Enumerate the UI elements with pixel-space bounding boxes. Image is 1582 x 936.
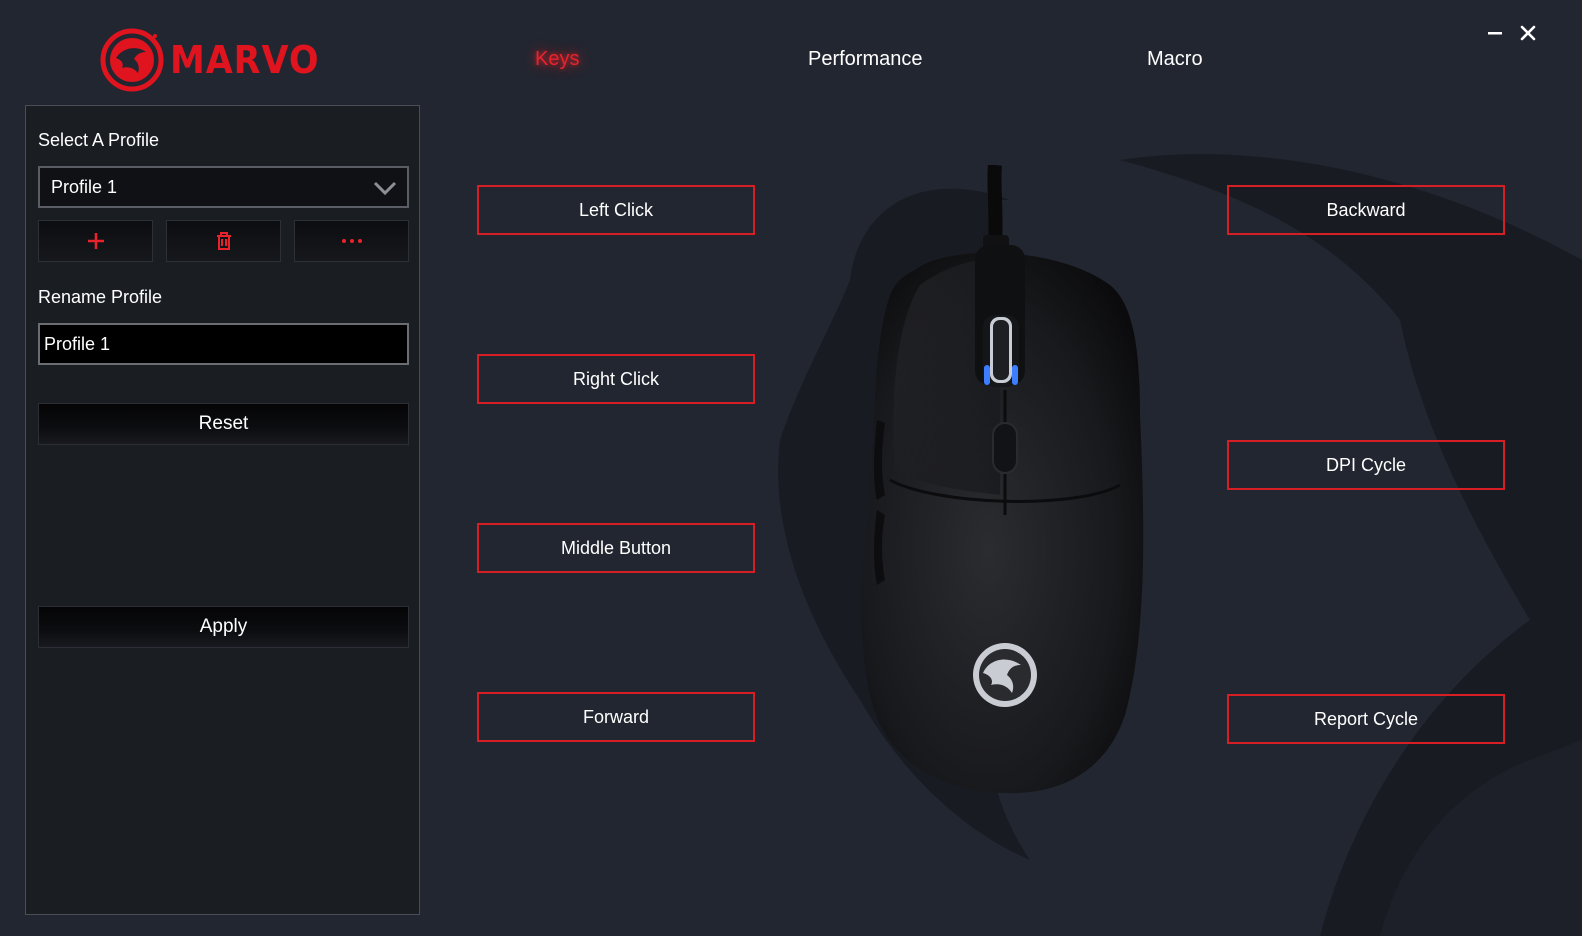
mouse-image <box>861 165 1144 794</box>
select-profile-label: Select A Profile <box>38 130 160 150</box>
rename-profile-input[interactable]: Profile 1 <box>38 323 409 365</box>
rename-profile-label: Rename Profile <box>38 287 163 307</box>
dpi-cycle-button[interactable]: DPI Cycle <box>1227 440 1505 490</box>
more-options-button[interactable] <box>294 220 409 262</box>
reset-button[interactable]: Reset <box>38 403 409 445</box>
trash-icon <box>216 232 231 250</box>
minimize-icon <box>1488 32 1502 35</box>
add-profile-button[interactable] <box>38 220 153 262</box>
tab-keys[interactable]: Keys <box>535 48 579 71</box>
middle-button-button[interactable]: Middle Button <box>477 523 755 573</box>
close-icon <box>1520 25 1536 41</box>
plus-icon <box>87 233 104 249</box>
left-click-button[interactable]: Left Click <box>477 185 755 235</box>
profile-dropdown-value: Profile 1 <box>51 176 118 197</box>
profile-dropdown[interactable]: Profile 1 <box>38 166 409 208</box>
backward-button[interactable]: Backward <box>1227 185 1505 235</box>
chevron-down-icon <box>373 181 397 196</box>
close-button[interactable] <box>1517 22 1539 44</box>
minimize-button[interactable] <box>1484 22 1506 44</box>
more-icon <box>341 239 362 243</box>
apply-button[interactable]: Apply <box>38 606 409 648</box>
tab-macro[interactable]: Macro <box>1147 48 1203 71</box>
report-cycle-button[interactable]: Report Cycle <box>1227 694 1505 744</box>
marvo-emblem-icon <box>100 28 164 92</box>
right-click-button[interactable]: Right Click <box>477 354 755 404</box>
tab-performance[interactable]: Performance <box>808 48 923 71</box>
brand-name: MARVO <box>170 38 320 82</box>
forward-button[interactable]: Forward <box>477 692 755 742</box>
delete-profile-button[interactable] <box>166 220 281 262</box>
profile-panel: Select A Profile Profile 1 Rename Profil… <box>25 105 420 915</box>
marvo-logo: MARVO <box>100 28 333 92</box>
